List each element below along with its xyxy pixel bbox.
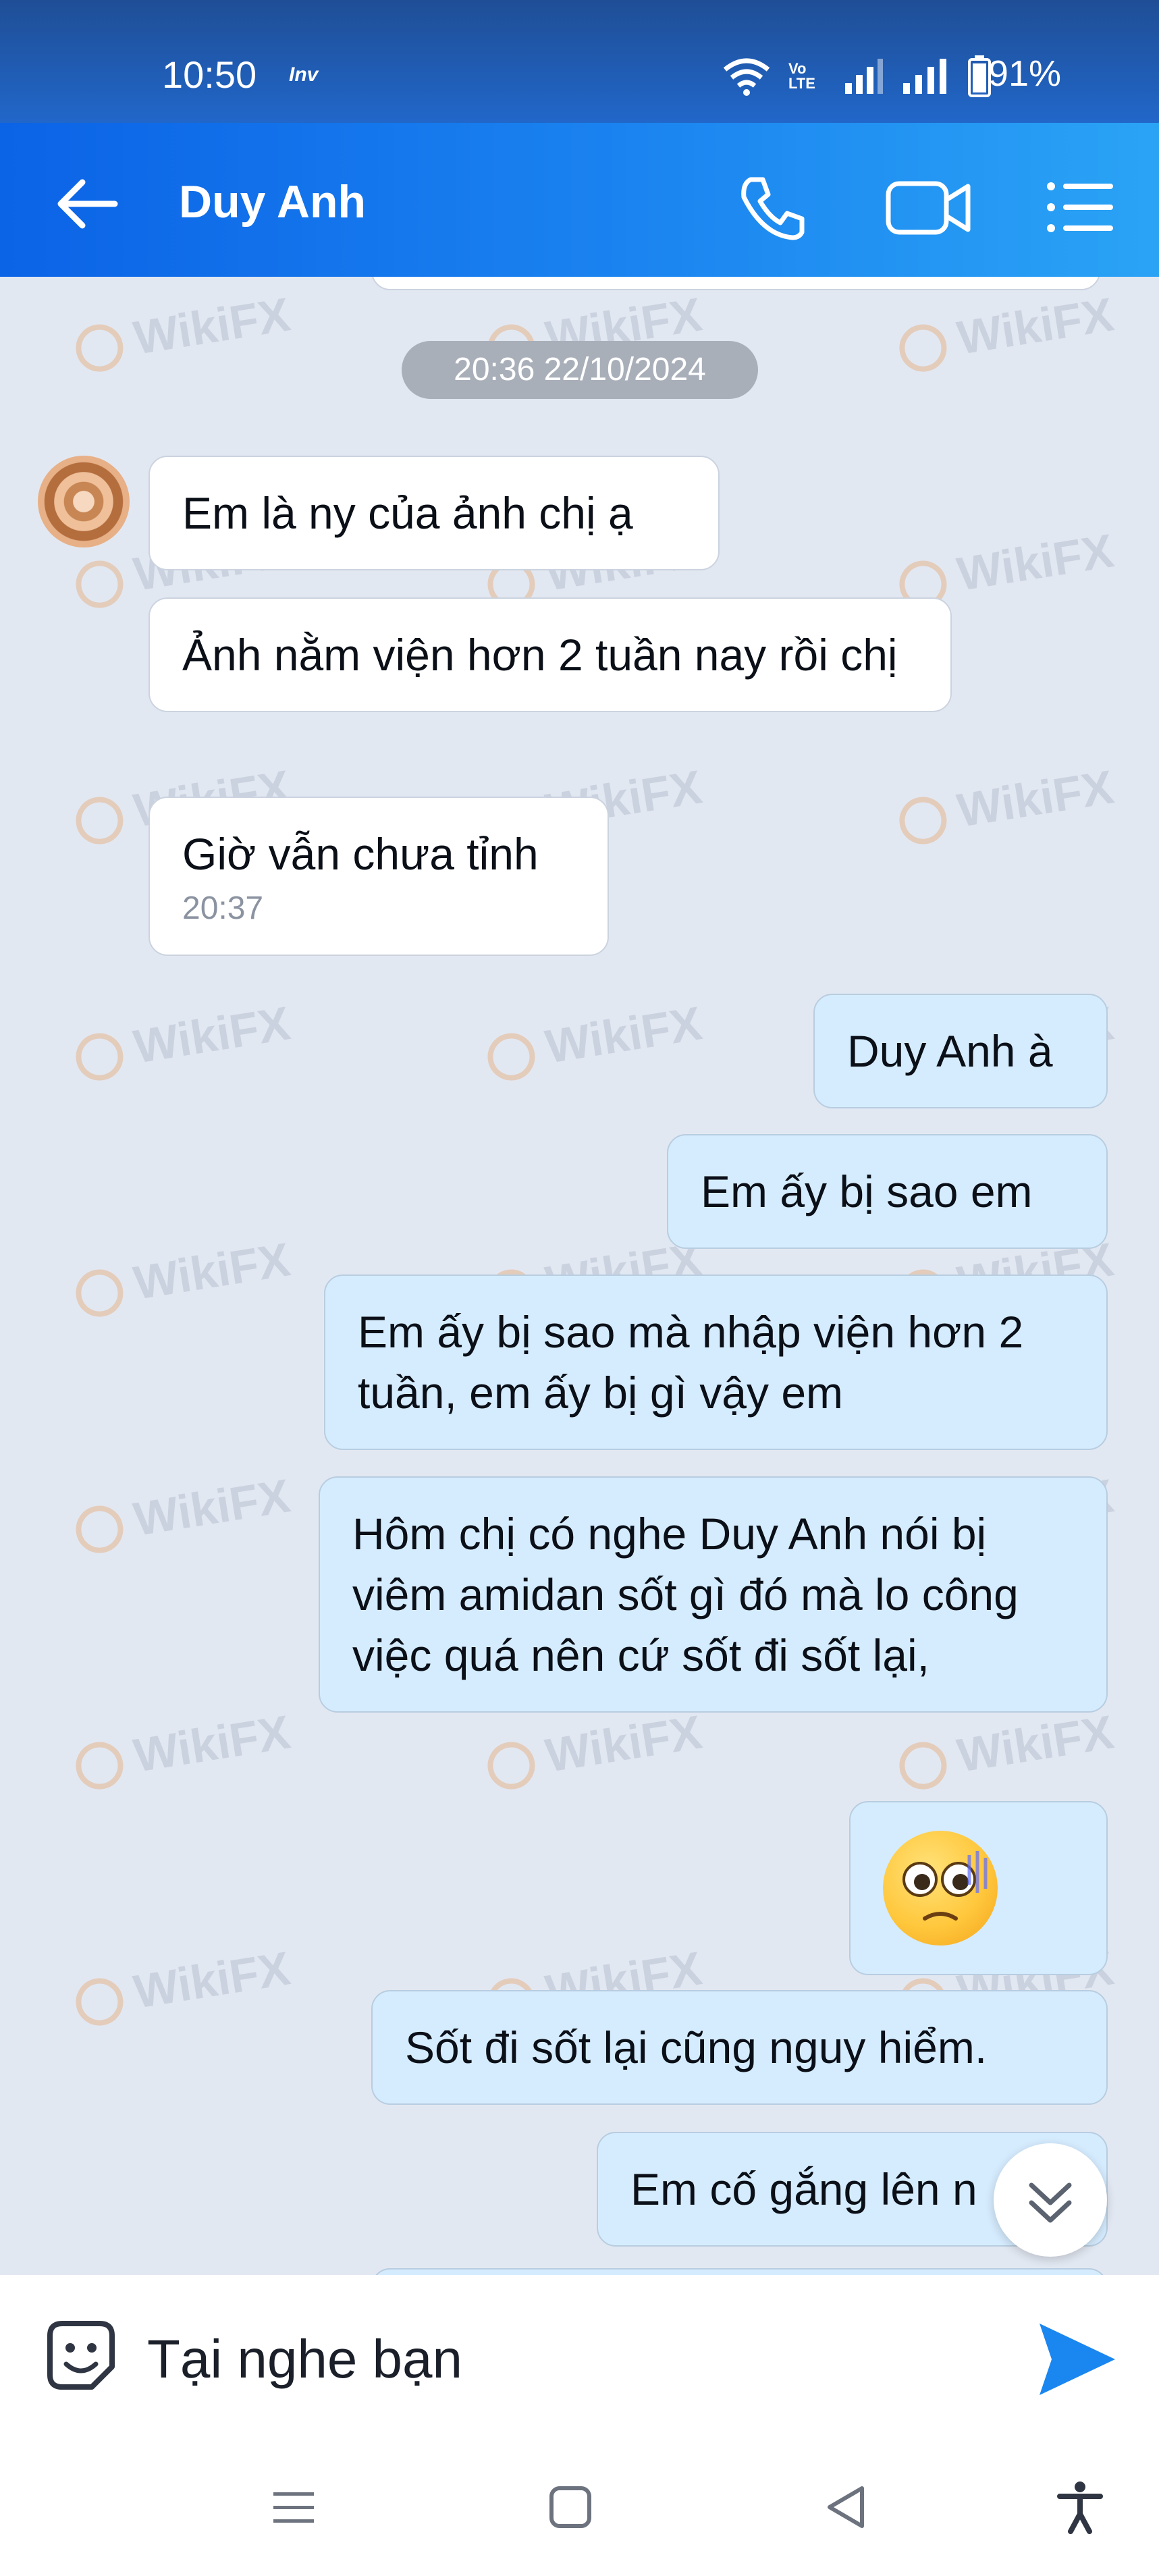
chat-area[interactable]: WikiFX WikiFX WikiFX WikiFX WikiFX WikiF…	[0, 277, 1159, 2275]
watermark: WikiFX	[483, 996, 705, 1084]
message-text: Em là ny của ảnh chị ạ	[182, 488, 633, 538]
message-bubble-outgoing[interactable]: Em ấy bị sao mà nhập viện hơn 2 tuần, em…	[324, 1274, 1108, 1450]
status-icons: Vo LTE	[722, 55, 991, 97]
watermark: WikiFX	[72, 1232, 294, 1320]
message-bubble-incoming[interactable]: Em là ny của ảnh chị ạ	[149, 456, 720, 570]
home-icon[interactable]	[543, 2480, 597, 2534]
watermark: WikiFX	[72, 1468, 294, 1557]
message-composer	[0, 2275, 1159, 2440]
back-icon[interactable]	[820, 2480, 874, 2534]
status-time: 10:50	[162, 53, 257, 96]
volte-label: Vo LTE	[788, 60, 815, 92]
chat-header: Duy Anh	[0, 123, 1159, 277]
message-bubble-incoming[interactable]: Giờ vẫn chưa tỉnh 20:37	[149, 797, 609, 956]
recent-apps-icon[interactable]	[267, 2480, 321, 2534]
signal-icon-2	[903, 59, 946, 94]
watermark: WikiFX	[72, 1705, 294, 1793]
message-text: Duy Anh à	[847, 1026, 1053, 1076]
status-bar: 10:50 Inv Vo LTE 91%	[0, 0, 1159, 123]
battery-icon	[968, 55, 991, 97]
send-icon[interactable]	[1033, 2315, 1121, 2403]
partial-message-bubble	[371, 277, 1100, 290]
back-arrow-icon[interactable]	[54, 170, 122, 238]
phone-call-icon[interactable]	[736, 170, 810, 244]
message-text: Ảnh nằm viện hơn 2 tuần nay rồi chị	[182, 630, 898, 680]
watermark: WikiFX	[72, 996, 294, 1084]
message-time: 20:37	[182, 890, 264, 926]
watermark: WikiFX	[483, 1705, 705, 1793]
message-input[interactable]	[147, 2322, 991, 2396]
message-bubble-outgoing[interactable]: Duy Anh à	[813, 994, 1108, 1108]
message-text: Sốt đi sốt lại cũng nguy hiểm.	[405, 2022, 988, 2072]
message-bubble-outgoing[interactable]: Hôm chị có nghe Duy Anh nói bị viêm amid…	[319, 1476, 1108, 1713]
message-text: Em ấy bị sao mà nhập viện hơn 2 tuần, em…	[358, 1307, 1024, 1418]
timestamp-chip: 20:36 22/10/2024	[402, 341, 758, 399]
accessibility-icon[interactable]	[1053, 2480, 1107, 2534]
message-bubble-outgoing[interactable]: Em ấy bị sao em	[667, 1134, 1108, 1249]
contact-name[interactable]: Duy Anh	[179, 176, 366, 228]
sticker-icon[interactable]	[41, 2315, 122, 2396]
wifi-icon	[723, 58, 770, 96]
status-carrier: Inv	[289, 63, 319, 86]
message-bubble-outgoing[interactable]: Sốt đi sốt lại cũng nguy hiểm.	[371, 1990, 1108, 2105]
message-text: Hôm chị có nghe Duy Anh nói bị viêm amid…	[352, 1509, 1019, 1680]
watermark: WikiFX	[895, 759, 1117, 848]
video-call-icon[interactable]	[884, 170, 972, 244]
message-text: Em cố gắng lên n	[630, 2164, 977, 2214]
top-bar: 10:50 Inv Vo LTE 91% Duy Anh	[0, 0, 1159, 277]
message-text: Em ấy bị sao em	[701, 1166, 1033, 1216]
pleading-face-emoji	[883, 1831, 998, 1946]
menu-list-icon[interactable]	[1043, 170, 1117, 244]
watermark: WikiFX	[895, 1705, 1117, 1793]
partial-message-bubble	[371, 2268, 1108, 2275]
message-text: Giờ vẫn chưa tỉnh	[182, 829, 539, 879]
watermark: WikiFX	[72, 287, 294, 375]
watermark: WikiFX	[72, 1941, 294, 2029]
scroll-to-bottom-button[interactable]	[994, 2143, 1107, 2257]
message-bubble-incoming[interactable]: Ảnh nằm viện hơn 2 tuần nay rồi chị	[149, 597, 952, 712]
system-nav-bar	[0, 2440, 1159, 2576]
battery-percent: 91%	[988, 53, 1061, 94]
avatar[interactable]	[38, 456, 130, 547]
watermark: WikiFX	[895, 287, 1117, 375]
message-bubble-outgoing[interactable]	[849, 1801, 1108, 1975]
chevron-double-down-icon	[1029, 2182, 1072, 2223]
signal-icon-1	[845, 59, 883, 94]
